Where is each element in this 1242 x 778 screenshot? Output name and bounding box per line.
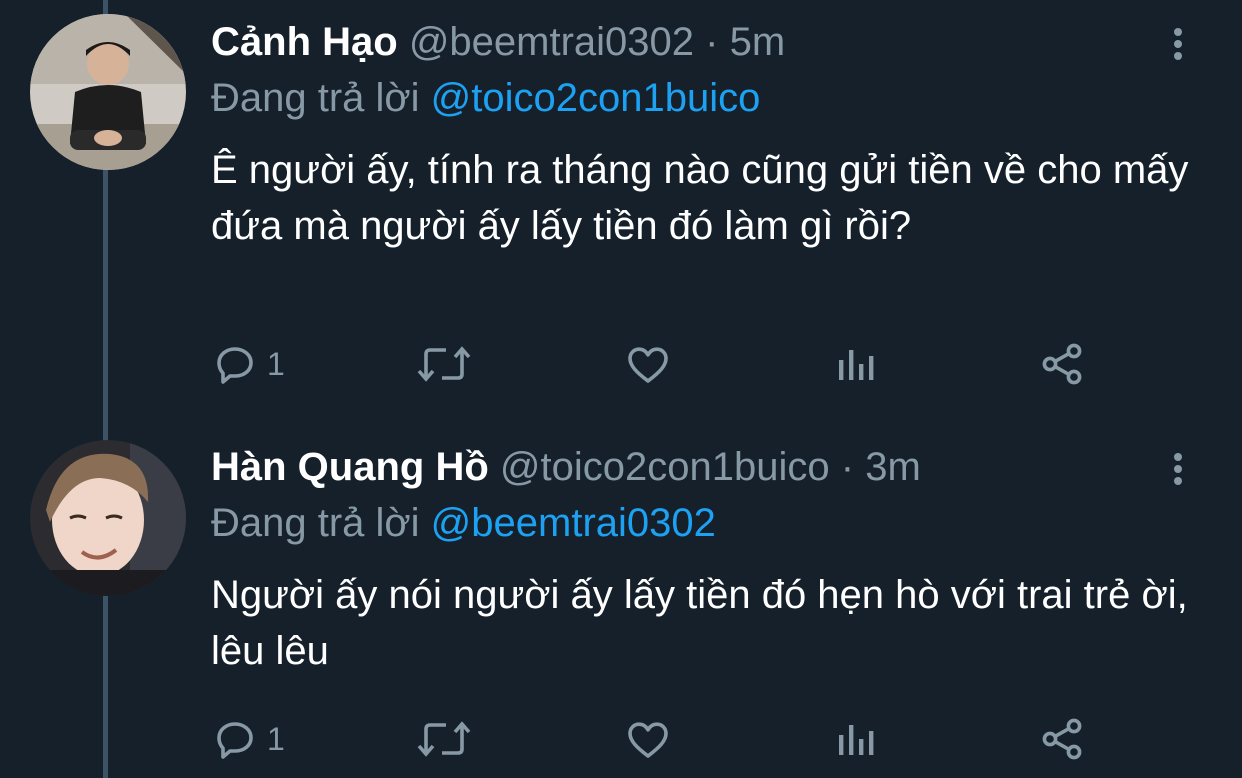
tweet-actions: 1 xyxy=(211,340,1111,388)
avatar-photo-icon xyxy=(30,14,186,170)
separator-dot: · xyxy=(705,20,719,64)
analytics-button[interactable] xyxy=(831,715,879,763)
share-icon xyxy=(1042,343,1082,385)
more-options-button[interactable] xyxy=(1166,453,1190,489)
avatar[interactable] xyxy=(30,14,186,170)
tweet-actions: 1 xyxy=(211,715,1111,763)
reply-button[interactable]: 1 xyxy=(211,715,285,763)
reply-icon xyxy=(217,722,253,759)
like-icon xyxy=(628,347,668,383)
tweet-text: Ê người ấy, tính ra tháng nào cũng gửi t… xyxy=(211,148,1189,248)
replying-to-mention[interactable]: @toico2con1buico xyxy=(431,76,761,120)
more-icon xyxy=(1166,28,1190,60)
stats-icon xyxy=(839,725,874,755)
retweet-button[interactable] xyxy=(414,715,474,763)
share-button[interactable] xyxy=(1038,715,1086,763)
replying-to-line: Đang trả lời @toico2con1buico xyxy=(211,74,760,122)
tweet-text: Người ấy nói người ấy lấy tiền đó hẹn hò… xyxy=(211,573,1188,673)
tweet-header: Hàn Quang Hồ @toico2con1buico · 3m xyxy=(211,443,921,491)
more-icon xyxy=(1166,453,1190,485)
tweet-header: Cảnh Hạo @beemtrai0302 · 5m xyxy=(211,18,785,66)
separator-dot: · xyxy=(840,445,855,489)
retweet-icon xyxy=(417,721,471,757)
avatar-photo-icon xyxy=(30,440,186,596)
reply-count: 1 xyxy=(267,720,285,757)
retweet-button[interactable] xyxy=(414,340,474,388)
user-handle[interactable]: @beemtrai0302 xyxy=(409,20,694,64)
share-icon xyxy=(1042,718,1082,760)
display-name[interactable]: Hàn Quang Hồ xyxy=(211,445,489,489)
avatar[interactable] xyxy=(30,440,186,596)
like-button[interactable] xyxy=(624,340,672,388)
reply-icon xyxy=(217,347,253,384)
replying-to-label: Đang trả lời xyxy=(211,501,420,545)
replying-to-line: Đang trả lời @beemtrai0302 xyxy=(211,499,716,547)
replying-to-label: Đang trả lời xyxy=(211,76,420,120)
thread-timeline: Cảnh Hạo @beemtrai0302 · 5m Đang trả lời… xyxy=(0,0,1242,778)
user-handle[interactable]: @toico2con1buico xyxy=(500,445,830,489)
more-options-button[interactable] xyxy=(1166,28,1190,64)
replying-to-mention[interactable]: @beemtrai0302 xyxy=(431,501,716,545)
timestamp[interactable]: 5m xyxy=(730,20,786,64)
like-button[interactable] xyxy=(624,715,672,763)
reply-button[interactable]: 1 xyxy=(211,340,285,388)
retweet-icon xyxy=(417,346,471,382)
share-button[interactable] xyxy=(1038,340,1086,388)
tweet[interactable]: Cảnh Hạo @beemtrai0302 · 5m Đang trả lời… xyxy=(0,0,1242,400)
timestamp[interactable]: 3m xyxy=(865,445,921,489)
display-name[interactable]: Cảnh Hạo xyxy=(211,20,398,64)
reply-count: 1 xyxy=(267,345,285,382)
stats-icon xyxy=(839,350,874,380)
tweet[interactable]: Hàn Quang Hồ @toico2con1buico · 3m Đang … xyxy=(0,425,1242,778)
analytics-button[interactable] xyxy=(831,340,879,388)
like-icon xyxy=(628,722,668,758)
